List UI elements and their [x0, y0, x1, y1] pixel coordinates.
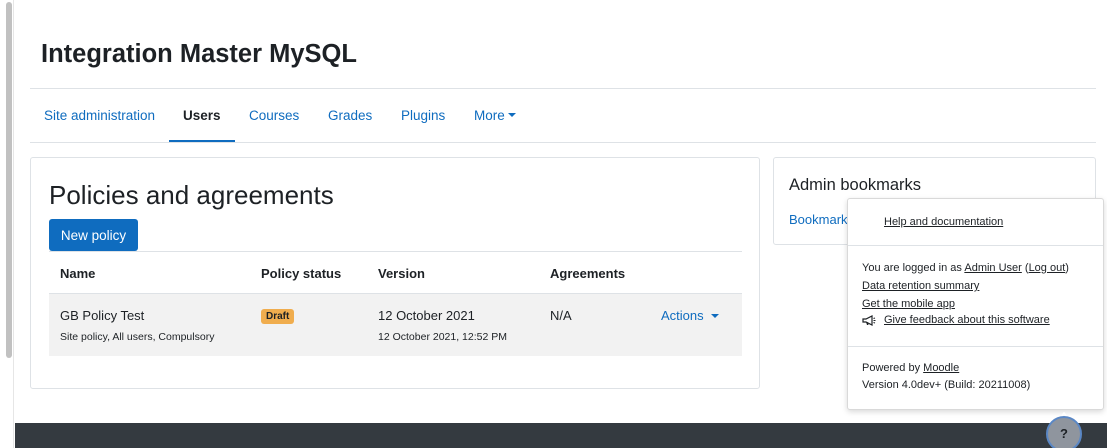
caret-down-icon: [710, 313, 719, 318]
help-documentation-link[interactable]: Help and documentation: [884, 216, 1003, 228]
policy-version: 12 October 2021: [378, 308, 475, 323]
page-scrollbar[interactable]: [0, 0, 14, 448]
nav-grades[interactable]: Grades: [314, 89, 386, 142]
status-badge: Draft: [261, 309, 295, 324]
logged-in-prefix: You are logged in as: [862, 262, 965, 274]
column-header-policy-status[interactable]: Policy status: [261, 266, 341, 281]
table-row: GB Policy Test Site policy, All users, C…: [49, 294, 742, 356]
nav-users[interactable]: Users: [169, 89, 235, 142]
megaphone-icon: [862, 314, 876, 326]
user-profile-link[interactable]: Admin User: [964, 262, 1021, 274]
column-header-agreements[interactable]: Agreements: [550, 266, 625, 281]
policy-version-time: 12 October 2021, 12:52 PM: [378, 331, 507, 343]
actions-dropdown[interactable]: Actions: [661, 308, 719, 323]
nav-site-administration[interactable]: Site administration: [30, 89, 169, 142]
caret-down-icon: [507, 113, 516, 118]
policy-details: Site policy, All users, Compulsory: [60, 331, 215, 343]
scrollbar-thumb[interactable]: [6, 2, 12, 358]
primary-navigation: Site administration Users Courses Grades…: [30, 89, 1096, 143]
policies-table: Name Policy status Version Agreements GB…: [49, 251, 742, 356]
mobile-app-link[interactable]: Get the mobile app: [862, 298, 955, 310]
actions-label: Actions: [661, 308, 704, 323]
popover-powered-section: Powered by Moodle Version 4.0dev+ (Build…: [848, 347, 1103, 409]
feedback-link: Give feedback about this software: [884, 314, 1050, 326]
data-retention-link[interactable]: Data retention summary: [862, 280, 979, 292]
popover-help-section: Help and documentation: [848, 199, 1103, 246]
policy-agreements: N/A: [550, 308, 572, 323]
block-title: Admin bookmarks: [789, 176, 922, 194]
new-policy-button[interactable]: New policy: [49, 219, 138, 251]
logout-link[interactable]: Log out: [1029, 262, 1066, 274]
table-header-row: Name Policy status Version Agreements: [49, 251, 742, 294]
policy-name: GB Policy Test: [60, 308, 145, 323]
nav-more-label: More: [474, 108, 505, 123]
question-icon: ?: [1060, 426, 1068, 441]
feedback-row[interactable]: Give feedback about this software: [862, 314, 1050, 326]
page-footer: [15, 423, 1107, 448]
powered-by: Powered by Moodle: [862, 362, 959, 374]
column-header-version[interactable]: Version: [378, 266, 425, 281]
column-header-name[interactable]: Name: [60, 266, 95, 281]
site-title: Integration Master MySQL: [41, 40, 357, 68]
logged-in-info: You are logged in as Admin User (Log out…: [862, 262, 1069, 274]
help-button[interactable]: ?: [1046, 416, 1082, 448]
version-text: Version 4.0dev+ (Build: 20211008): [862, 379, 1031, 391]
nav-plugins[interactable]: Plugins: [387, 89, 459, 142]
powered-prefix: Powered by: [862, 362, 924, 374]
page-heading: Policies and agreements: [49, 180, 334, 210]
nav-courses[interactable]: Courses: [235, 89, 313, 142]
policies-card: Policies and agreements New policy Name …: [30, 157, 760, 389]
popover-user-section: You are logged in as Admin User (Log out…: [848, 246, 1103, 347]
bookmarks-link[interactable]: Bookmarks: [789, 212, 854, 227]
footer-popover: Help and documentation You are logged in…: [847, 198, 1104, 410]
nav-more-dropdown[interactable]: More: [460, 89, 530, 142]
moodle-link[interactable]: Moodle: [923, 362, 959, 374]
